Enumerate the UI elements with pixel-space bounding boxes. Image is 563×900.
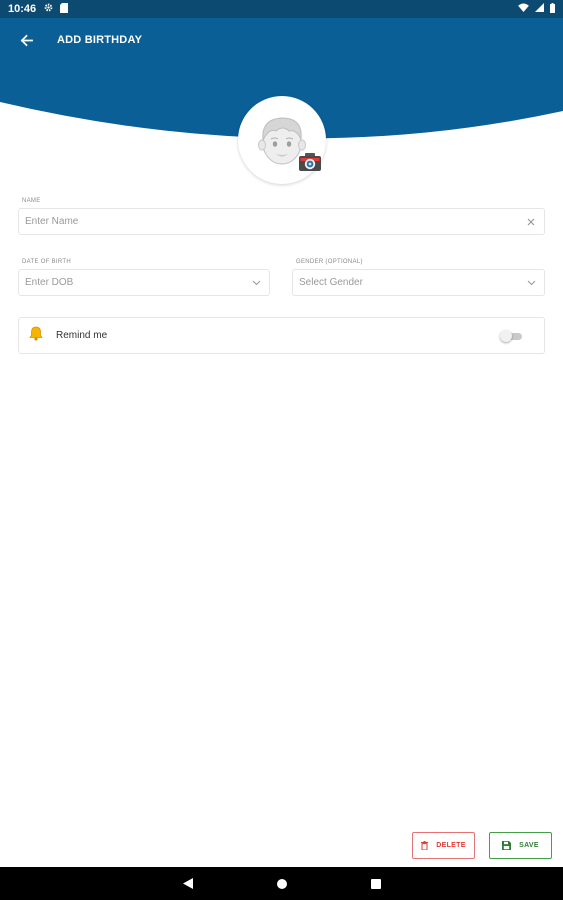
- gender-select[interactable]: Select Gender: [292, 269, 545, 296]
- trash-icon: [421, 841, 429, 850]
- delete-button[interactable]: DELETE: [412, 832, 475, 859]
- toolbar: ADD BIRTHDAY: [0, 18, 563, 62]
- chevron-down-icon: [252, 280, 260, 285]
- avatar-container: [238, 96, 326, 184]
- name-field: [18, 208, 545, 235]
- camera-icon: [299, 153, 321, 171]
- status-bar: 10:46: [0, 0, 563, 18]
- gender-value: Select Gender: [299, 277, 363, 288]
- remind-me-card: Remind me: [18, 317, 545, 354]
- delete-label: DELETE: [436, 842, 466, 849]
- change-photo-button[interactable]: [298, 152, 322, 172]
- toggle-thumb: [500, 329, 512, 342]
- navigation-bar: [0, 867, 563, 900]
- gender-label: GENDER (OPTIONAL): [296, 259, 363, 265]
- nav-home-button[interactable]: [275, 877, 289, 891]
- close-icon: [527, 218, 535, 225]
- status-time: 10:46: [8, 3, 37, 15]
- wifi-icon: [518, 3, 529, 15]
- add-birthday-screen: 10:46 ADD BIRTHDAY NAME Enter Name DATE …: [0, 0, 563, 900]
- signal-icon: [535, 3, 544, 15]
- nav-recents-button[interactable]: [369, 877, 383, 891]
- sd-card-icon: [60, 2, 69, 16]
- battery-icon: [550, 2, 555, 16]
- clear-name-button[interactable]: [524, 215, 538, 229]
- remind-me-label: Remind me: [56, 330, 108, 341]
- dob-field[interactable]: Enter DOB: [18, 269, 270, 296]
- gear-icon: [44, 3, 53, 15]
- chevron-down-icon: [527, 280, 535, 285]
- triangle-back-icon: [182, 878, 193, 889]
- status-right-icons: [518, 2, 555, 16]
- name-label: NAME: [22, 198, 41, 204]
- dob-value: Enter DOB: [25, 277, 74, 288]
- back-button[interactable]: [0, 18, 52, 62]
- nav-back-button[interactable]: [181, 877, 195, 891]
- square-recents-icon: [370, 878, 381, 889]
- gender-dropdown-button[interactable]: [524, 276, 538, 290]
- dob-label: DATE OF BIRTH: [22, 259, 72, 265]
- floppy-disk-icon: [502, 841, 512, 850]
- name-input[interactable]: [25, 216, 524, 227]
- remind-me-toggle[interactable]: [500, 329, 522, 342]
- save-button[interactable]: SAVE: [489, 832, 552, 859]
- page-title: ADD BIRTHDAY: [57, 34, 143, 46]
- arrow-left-icon: [20, 34, 33, 46]
- save-label: SAVE: [519, 842, 539, 849]
- bell-icon: [29, 326, 43, 346]
- dob-dropdown-button[interactable]: [249, 276, 263, 290]
- circle-home-icon: [276, 878, 287, 889]
